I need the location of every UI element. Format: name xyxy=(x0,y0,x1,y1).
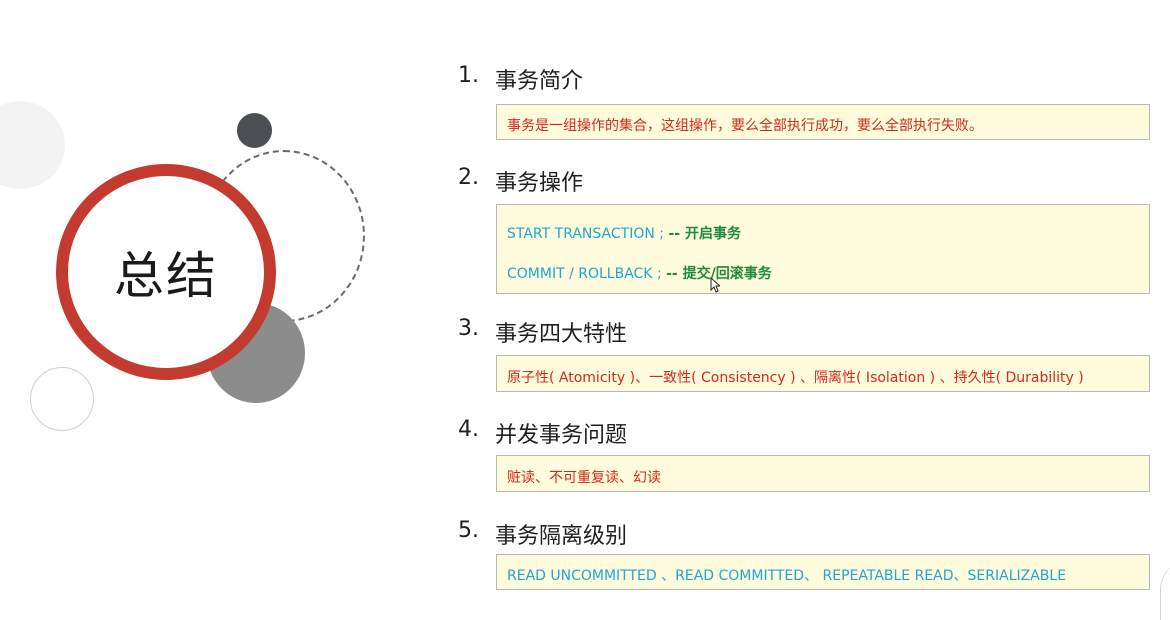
section-4-title: 并发事务问题 xyxy=(495,423,628,448)
decor-circle-light xyxy=(0,101,65,189)
section-3-text: 原子性( Atomicity )、一致性( Consistency ) 、隔离性… xyxy=(507,370,1084,386)
section-1-number: 1. xyxy=(458,63,479,88)
section-4-box: 赃读、不可重复读、幻读 xyxy=(496,455,1150,492)
section-4-text: 赃读、不可重复读、幻读 xyxy=(507,470,661,486)
section-1-box: 事务是一组操作的集合，这组操作，要么全部执行成功，要么全部执行失败。 xyxy=(496,104,1150,140)
section-5-box: READ UNCOMMITTED 、READ COMMITTED、 REPEAT… xyxy=(496,554,1150,590)
section-1-text: 事务是一组操作的集合，这组操作，要么全部执行成功，要么全部执行失败。 xyxy=(507,118,983,134)
section-2-number: 2. xyxy=(458,165,479,190)
section-3-title: 事务四大特性 xyxy=(495,322,628,347)
title-ring: 总结 xyxy=(56,164,276,380)
sql-start-comment: -- 开启事务 xyxy=(668,226,741,242)
mouse-cursor-icon xyxy=(710,277,720,293)
section-4-number: 4. xyxy=(458,417,479,442)
section-3-number: 3. xyxy=(458,316,479,341)
decor-ring-small xyxy=(30,367,94,431)
sql-start-code: START TRANSACTION ; xyxy=(507,226,664,242)
section-2-box: START TRANSACTION ; -- 开启事务 COMMIT / ROL… xyxy=(496,204,1150,294)
section-2-title: 事务操作 xyxy=(495,171,584,196)
section-1-title: 事务简介 xyxy=(495,69,584,94)
section-5-title: 事务隔离级别 xyxy=(495,524,628,549)
decor-dot-dark xyxy=(237,113,272,148)
section-5-text: READ UNCOMMITTED 、READ COMMITTED、 REPEAT… xyxy=(507,568,1067,584)
section-5-number: 5. xyxy=(458,518,479,543)
sql-line-commit: COMMIT / ROLLBACK ; -- 提交/回滚事务 xyxy=(507,263,772,283)
slide-title: 总结 xyxy=(114,247,218,305)
window-edge xyxy=(1160,560,1170,620)
sql-commit-code: COMMIT / ROLLBACK ; xyxy=(507,266,662,282)
section-3-box: 原子性( Atomicity )、一致性( Consistency ) 、隔离性… xyxy=(496,355,1150,392)
sql-line-start: START TRANSACTION ; -- 开启事务 xyxy=(507,223,741,243)
